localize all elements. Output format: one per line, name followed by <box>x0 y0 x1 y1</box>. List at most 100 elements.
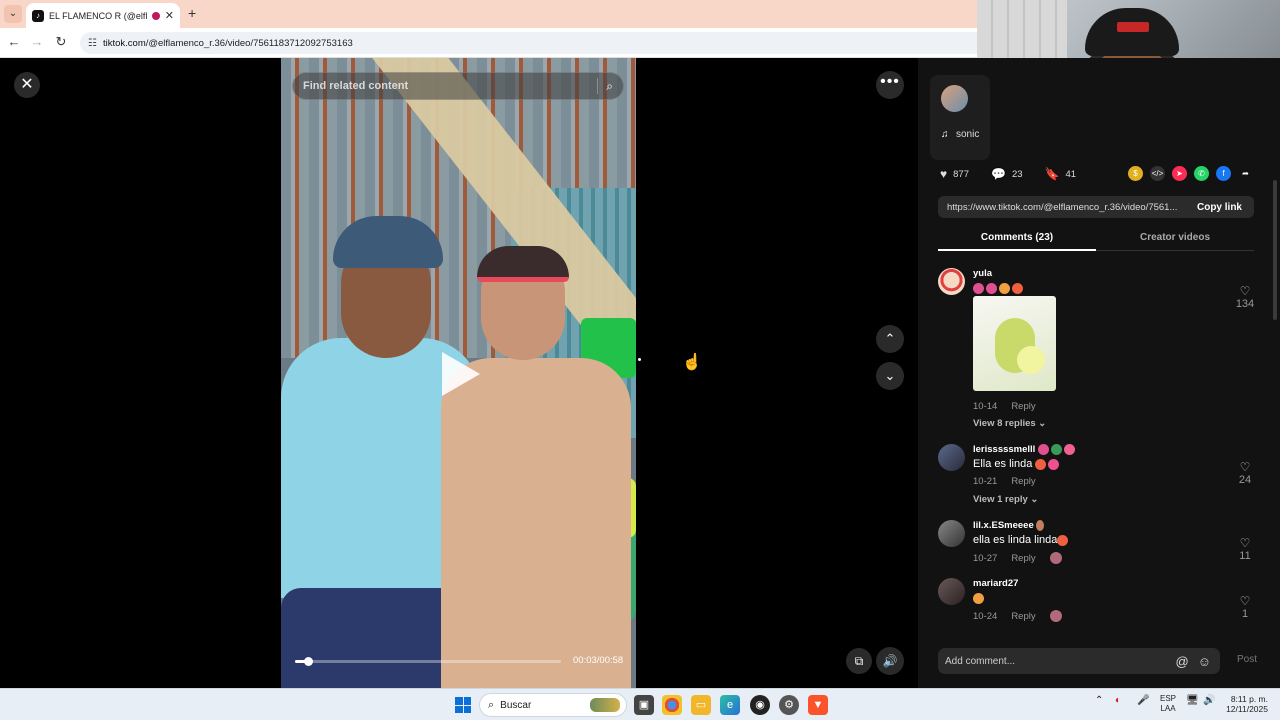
file-explorer-icon[interactable]: ▭ <box>691 695 711 715</box>
share-arrow-icon[interactable]: ➦ <box>1238 166 1253 181</box>
taskbar-search[interactable]: ⌕ Buscar <box>479 693 627 717</box>
new-tab-icon[interactable]: + <box>188 5 196 21</box>
next-video-button[interactable]: ⌄ <box>876 362 904 390</box>
tab-search-chevron-icon[interactable]: ⌄ <box>4 5 22 23</box>
play-icon[interactable] <box>442 352 480 396</box>
embed-icon[interactable]: </> <box>1150 166 1165 181</box>
heart-icon[interactable]: ♥ <box>940 167 947 181</box>
language-indicator[interactable]: ESP LAA <box>1160 694 1176 714</box>
comment-username[interactable]: lerisssssmelll <box>973 444 1077 455</box>
brave-icon[interactable]: ▼ <box>808 695 828 715</box>
taskbar-search-text: Buscar <box>500 699 532 711</box>
facebook-icon[interactable]: f <box>1216 166 1231 181</box>
coin-icon[interactable]: $ <box>1128 166 1143 181</box>
search-placeholder: Find related content <box>303 80 409 92</box>
music-note-icon: ♫ <box>941 129 949 140</box>
comment-meta: 10-27 Reply <box>973 552 1076 564</box>
floating-player-icon[interactable]: ⧉ <box>846 648 872 674</box>
browser-toolbar: ← → ↻ ☷ tiktok.com/@elflamenco_r.36/vide… <box>0 28 977 58</box>
comment-like-count: 11 <box>1239 550 1251 562</box>
view-replies-button[interactable]: View 1 reply ⌄ <box>973 494 1038 505</box>
volume-tray-icon[interactable]: 🔊 <box>1203 695 1215 706</box>
address-bar[interactable]: ☷ tiktok.com/@elflamenco_r.36/video/7561… <box>80 32 977 54</box>
microphone-icon[interactable]: 🎤 <box>1137 695 1149 706</box>
avatar[interactable] <box>938 520 965 547</box>
save-count: 41 <box>1065 168 1077 180</box>
task-view-icon[interactable]: ▣ <box>634 695 654 715</box>
comment-username[interactable]: mariard27 <box>973 578 1018 589</box>
video-link-box: https://www.tiktok.com/@elflamenco_r.36/… <box>938 196 1254 218</box>
stats-row: ♥ 877 💬 23 🔖 41 <box>940 166 1092 182</box>
search-icon[interactable]: ⌕ <box>606 79 613 94</box>
emoji-icon[interactable]: ☺ <box>1198 654 1211 669</box>
tab-close-icon[interactable]: ✕ <box>165 9 174 22</box>
whatsapp-icon[interactable]: ✆ <box>1194 166 1209 181</box>
reply-button[interactable]: Reply <box>1011 401 1035 412</box>
chrome-icon[interactable] <box>662 695 682 715</box>
browser-tab[interactable]: ♪ EL FLAMENCO R (@elflame ✕ <box>26 3 180 28</box>
comment-item: mariard27 10-24 Reply ♡ 1 <box>938 578 1258 628</box>
more-options-button[interactable]: ••• <box>876 71 904 99</box>
tray-chevron-icon[interactable]: ⌃ <box>1095 695 1103 706</box>
url-text: tiktok.com/@elflamenco_r.36/video/756118… <box>102 37 353 49</box>
comment-meta: 10-24 Reply <box>973 610 1076 622</box>
comment-emojis <box>973 282 1025 294</box>
add-comment-input[interactable]: Add comment... @ ☺ <box>938 648 1220 674</box>
tray-app-icon[interactable]: ◐ <box>1115 695 1121 706</box>
clock[interactable]: 8:11 p. m. 12/11/2025 <box>1220 694 1268 714</box>
reply-button[interactable]: Reply <box>1011 476 1035 487</box>
forward-icon[interactable]: → <box>28 34 46 49</box>
post-button[interactable]: Post <box>1237 654 1257 665</box>
app-icon[interactable]: ⚙ <box>779 695 799 715</box>
find-related-search[interactable]: Find related content ⌕ <box>292 72 624 100</box>
obs-icon[interactable]: ◉ <box>750 695 770 715</box>
add-comment-placeholder: Add comment... <box>945 655 1016 667</box>
previous-video-button[interactable]: ⌃ <box>876 325 904 353</box>
comment-emojis <box>973 592 986 604</box>
like-count: 877 <box>953 168 969 180</box>
video-progress-bar[interactable] <box>295 657 561 666</box>
close-video-button[interactable]: ✕ <box>14 72 40 98</box>
back-icon[interactable]: ← <box>5 34 23 49</box>
comment-username[interactable]: yula <box>973 268 992 279</box>
comment-item: lil.x.ESmeeee ella es linda linda 10-27 R… <box>938 520 1258 570</box>
copy-link-button[interactable]: Copy link <box>1197 202 1254 213</box>
comment-like-count: 24 <box>1238 474 1252 486</box>
start-icon[interactable] <box>455 697 471 713</box>
edge-icon[interactable]: e <box>720 695 740 715</box>
author-avatar[interactable] <box>941 85 968 112</box>
view-replies-button[interactable]: View 8 replies ⌄ <box>973 418 1046 429</box>
sticker-image <box>973 296 1056 391</box>
comment-heart-icon[interactable]: ♡ <box>1235 460 1255 474</box>
comment-icon[interactable]: 💬 <box>991 167 1006 181</box>
site-info-icon[interactable]: ☷ <box>88 38 97 49</box>
avatar[interactable] <box>938 268 965 295</box>
video-link[interactable]: https://www.tiktok.com/@elflamenco_r.36/… <box>947 202 1197 213</box>
comment-meta: 10-14 Reply <box>973 401 1036 412</box>
tiktok-favicon-icon: ♪ <box>32 9 44 22</box>
video-time: 00:03/00:58 <box>573 655 624 666</box>
tab-title: EL FLAMENCO R (@elflame <box>49 10 147 21</box>
avatar[interactable] <box>938 578 965 605</box>
comment-username[interactable]: lil.x.ESmeeee <box>973 520 1046 531</box>
bookmark-icon[interactable]: 🔖 <box>1045 167 1060 181</box>
tab-creator-videos[interactable]: Creator videos <box>1096 228 1254 243</box>
comment-heart-icon[interactable]: ♡ <box>1235 284 1255 298</box>
network-icon[interactable]: 🖥 <box>1186 695 1199 706</box>
volume-icon[interactable]: 🔊 <box>876 647 904 675</box>
reply-button[interactable]: Reply <box>1011 553 1035 564</box>
comment-heart-icon[interactable]: ♡ <box>1235 594 1255 608</box>
music-title[interactable]: sonic <box>956 129 979 140</box>
mention-icon[interactable]: @ <box>1176 654 1189 669</box>
reload-icon[interactable]: ↻ <box>52 34 70 50</box>
share-icons: $ </> ➤ ✆ f ➦ <box>1128 166 1253 181</box>
comment-meta: 10-21 Reply <box>973 476 1036 487</box>
comments-scrollbar[interactable] <box>1273 180 1277 320</box>
avatar[interactable] <box>938 444 965 471</box>
reply-button[interactable]: Reply <box>1011 611 1035 622</box>
comment-text: ella es linda linda <box>973 534 1070 546</box>
send-icon[interactable]: ➤ <box>1172 166 1187 181</box>
comment-heart-icon[interactable]: ♡ <box>1235 536 1255 550</box>
browser-tab-strip: ⌄ ♪ EL FLAMENCO R (@elflame ✕ + <box>0 0 977 28</box>
tab-comments[interactable]: Comments (23) <box>938 228 1096 251</box>
